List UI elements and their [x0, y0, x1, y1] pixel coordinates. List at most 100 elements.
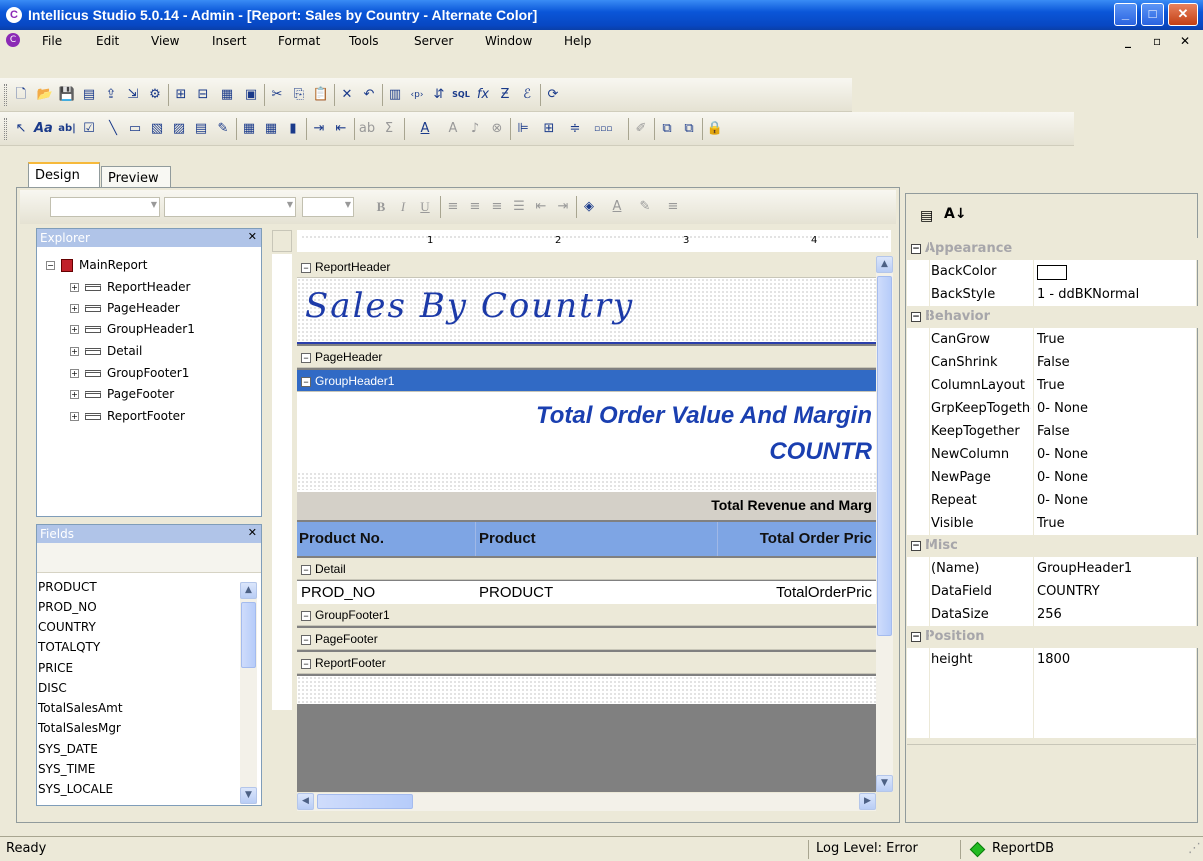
report-canvas[interactable]: − ReportHeader Sales By Country − PageHead… — [297, 256, 876, 792]
prop-value[interactable]: 1 - ddBKNormal — [1037, 287, 1139, 302]
field-item[interactable]: DISC — [38, 681, 67, 695]
outdent-icon[interactable]: ⇤ — [532, 198, 550, 216]
field-item[interactable]: PRICE — [38, 661, 73, 675]
font-color-format-icon[interactable]: A — [608, 198, 626, 216]
menu-tools[interactable]: Tools — [349, 34, 379, 48]
prop-datasize[interactable]: DataSize 256 — [907, 603, 1198, 626]
mdi-close-icon[interactable]: ✕ — [1180, 34, 1190, 48]
scroll-left-icon[interactable]: ◀ — [297, 793, 314, 810]
calc-field-icon[interactable]: ℰ — [518, 86, 536, 104]
prop-grpkeeptogether[interactable]: GrpKeepTogether 0- None — [907, 397, 1198, 420]
canvas-hscrollbar[interactable]: ◀ ▶ — [297, 793, 876, 811]
prop-repeat[interactable]: Repeat 0- None — [907, 489, 1198, 512]
prop-value[interactable]: COUNTRY — [1037, 584, 1100, 599]
save-as-icon[interactable]: ▤ — [80, 86, 98, 104]
bullets-icon[interactable]: ☰ — [510, 198, 528, 216]
scroll-up-icon[interactable]: ▲ — [876, 256, 893, 273]
italic-button[interactable]: I — [394, 198, 412, 216]
prop-columnlayout[interactable]: ColumnLayout True — [907, 374, 1198, 397]
textbox-icon[interactable]: ab| — [58, 120, 76, 138]
prop-newcolumn[interactable]: NewColumn 0- None — [907, 443, 1198, 466]
scroll-up-icon[interactable]: ▲ — [240, 582, 257, 599]
crosstab-icon[interactable]: ▮ — [284, 120, 302, 138]
align-right-icon[interactable]: ≡ — [488, 198, 506, 216]
tree-item-mainreport[interactable]: − MainReport — [46, 258, 147, 272]
scroll-thumb[interactable] — [241, 602, 256, 668]
section-group-header[interactable]: − GroupHeader1 — [297, 370, 876, 392]
tab-design[interactable]: Design — [28, 162, 100, 188]
group-title-line1[interactable]: Total Order Value And Margin — [536, 402, 872, 430]
lock-icon[interactable]: 🔒 — [706, 120, 724, 138]
richtext-icon[interactable]: ✎ — [214, 120, 232, 138]
chart-icon[interactable]: ▦ — [240, 120, 258, 138]
font-size-combo[interactable]: ▼ — [302, 197, 354, 217]
font-color-icon[interactable]: A — [416, 120, 434, 138]
tree-item-detail[interactable]: + Detail — [70, 344, 142, 358]
categorized-icon[interactable]: ▤ — [920, 208, 933, 224]
group-title-line2[interactable]: COUNTR — [769, 438, 872, 466]
subreport-icon[interactable]: ▧ — [148, 120, 166, 138]
prop-value[interactable]: GroupHeader1 — [1037, 561, 1132, 576]
col-header-product-no[interactable]: Product No. — [299, 530, 384, 547]
collapse-icon[interactable]: − — [46, 261, 55, 270]
bell-icon[interactable]: ♪ — [466, 120, 484, 138]
format-icon[interactable]: A — [444, 120, 462, 138]
scroll-down-icon[interactable]: ▼ — [240, 787, 257, 804]
prop-value[interactable]: 0- None — [1037, 447, 1088, 462]
menu-format[interactable]: Format — [278, 34, 320, 48]
page-setup-icon[interactable]: ▦ — [218, 86, 236, 104]
link-icon[interactable]: ⊗ — [488, 120, 506, 138]
detail-field-product[interactable]: PRODUCT — [479, 584, 553, 601]
maximize-button[interactable]: □ — [1141, 3, 1164, 26]
app-menu-icon[interactable]: C — [6, 33, 20, 47]
prop-value[interactable]: True — [1037, 516, 1065, 531]
copy-icon[interactable]: ⎘ — [290, 86, 308, 104]
expand-icon[interactable]: + — [70, 304, 79, 313]
menu-edit[interactable]: Edit — [96, 34, 119, 48]
report-title[interactable]: Sales By Country — [305, 286, 634, 326]
save-icon[interactable]: 💾 — [58, 86, 76, 104]
field-item[interactable]: COUNTRY — [38, 620, 96, 634]
expand-icon[interactable]: + — [70, 369, 79, 378]
expand-icon[interactable]: + — [70, 325, 79, 334]
paste-icon[interactable]: 📋 — [312, 86, 330, 104]
section-page-header[interactable]: − PageHeader — [297, 346, 876, 368]
prop-keeptogether[interactable]: KeepTogether False — [907, 420, 1198, 443]
prop-visible[interactable]: Visible True — [907, 512, 1198, 535]
expand-icon[interactable]: + — [70, 390, 79, 399]
tree-item-groupfooter1[interactable]: + GroupFooter1 — [70, 366, 189, 380]
category-behavior[interactable]: − Behavior — [907, 306, 1198, 328]
brush-icon[interactable]: ✐ — [632, 120, 650, 138]
category-misc[interactable]: − Misc — [907, 535, 1198, 557]
mdi-minimize-icon[interactable]: _ — [1125, 34, 1131, 48]
subheader-label[interactable]: Total Revenue and Marg — [711, 497, 872, 513]
insert-section-icon[interactable]: ⊟ — [194, 86, 212, 104]
field-item[interactable]: TotalSalesAmt — [38, 701, 123, 715]
properties-icon[interactable]: ⚙ — [146, 86, 164, 104]
align-center-icon[interactable]: ≡ — [466, 198, 484, 216]
menu-help[interactable]: Help — [564, 34, 591, 48]
col-header-product[interactable]: Product — [479, 530, 536, 547]
tree-item-groupheader1[interactable]: + GroupHeader1 — [70, 322, 195, 336]
fields-scrollbar[interactable]: ▲ ▼ — [240, 582, 257, 804]
scroll-right-icon[interactable]: ▶ — [859, 793, 876, 810]
send-back-icon[interactable]: ⧉ — [680, 120, 698, 138]
spacing-icon[interactable]: ≑ — [566, 120, 584, 138]
sort-az-icon[interactable]: A↓ — [944, 206, 967, 222]
section-page-footer[interactable]: − PageFooter — [297, 628, 876, 650]
section-break-icon[interactable]: ⇤ — [332, 120, 350, 138]
align-left-text-icon[interactable]: ≡ — [444, 198, 462, 216]
deploy-icon[interactable]: ⇲ — [124, 86, 142, 104]
canvas-vscrollbar[interactable]: ▲ ▼ — [876, 256, 893, 792]
tree-item-reportfooter[interactable]: + ReportFooter — [70, 409, 185, 423]
intellicus-app-icon[interactable]: C — [6, 7, 22, 23]
bold-button[interactable]: B — [372, 198, 390, 216]
prop-canshrink[interactable]: CanShrink False — [907, 351, 1198, 374]
label-icon[interactable]: Aa — [34, 120, 53, 138]
line-icon[interactable]: ╲ — [104, 120, 122, 138]
sum-icon[interactable]: Σ — [380, 120, 398, 138]
menu-window[interactable]: Window — [485, 34, 532, 48]
style-combo[interactable]: ▼ — [50, 197, 160, 217]
sql-icon[interactable]: SQL — [452, 86, 470, 104]
scroll-thumb[interactable] — [877, 276, 892, 636]
